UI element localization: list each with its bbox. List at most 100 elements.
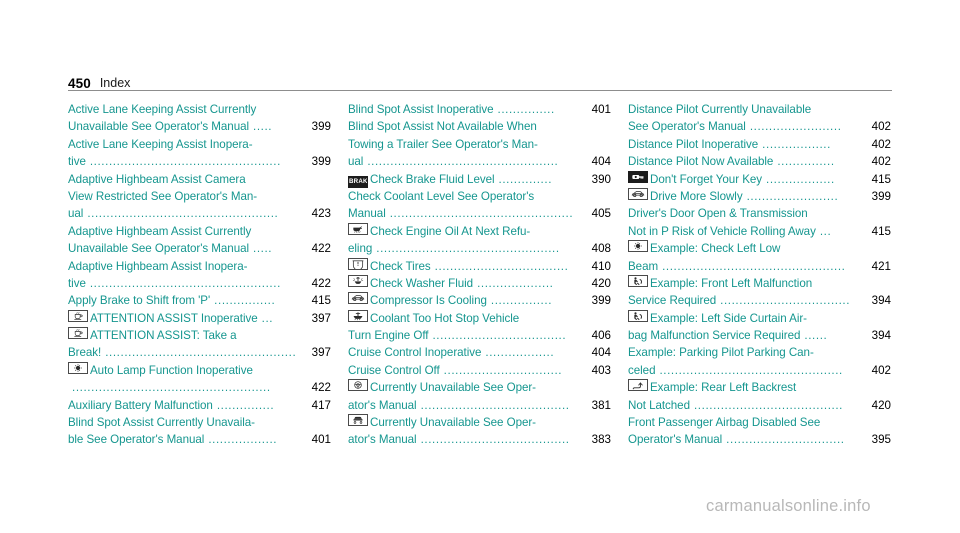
entry-text: Check Coolant Level See Operator's bbox=[348, 189, 535, 203]
index-entry[interactable]: Example: Rear Left Backrest Not Latched..… bbox=[628, 379, 891, 414]
index-entry[interactable]: Drive More Slowly.......................… bbox=[628, 187, 891, 205]
entry-page-number: 415 bbox=[871, 172, 891, 186]
index-entry[interactable]: Active Lane Keeping Assist Currently Unav… bbox=[68, 101, 331, 136]
entry-text: Apply Brake to Shift from 'P' bbox=[68, 294, 211, 308]
lamp-icon bbox=[628, 240, 648, 253]
index-entry-line: Check Tires.............................… bbox=[348, 257, 611, 275]
entry-page-number: 381 bbox=[591, 398, 611, 412]
index-entry[interactable]: Cruise Control Off......................… bbox=[348, 362, 611, 379]
entry-page-number: 397 bbox=[311, 346, 331, 360]
entry-text: Active Lane Keeping Assist Currently bbox=[68, 103, 257, 116]
airbag-icon bbox=[628, 274, 648, 287]
coffee-cup-icon bbox=[68, 309, 88, 322]
index-entry[interactable]: Adaptive Highbeam Assist Currently Unavai… bbox=[68, 223, 331, 258]
entry-page-number: 404 bbox=[591, 155, 611, 169]
index-entry[interactable]: Compressor Is Cooling................ 399 bbox=[348, 292, 611, 309]
index-entry-line: Unavailable See Operator's Manual..... 42… bbox=[68, 240, 331, 257]
index-entry[interactable]: Distance Pilot Now Available............… bbox=[628, 153, 891, 170]
index-entry[interactable]: Blind Spot Assist Not Available When Towi… bbox=[348, 118, 611, 170]
entry-page-number: 395 bbox=[871, 433, 891, 447]
index-entry[interactable]: BRAKECheck Brake Fluid Level............… bbox=[348, 171, 611, 188]
entry-text: ual bbox=[348, 155, 364, 169]
entry-text: Example: Rear Left Backrest bbox=[650, 381, 797, 395]
entry-text: Adaptive Highbeam Assist Inopera- bbox=[68, 259, 248, 273]
index-entry[interactable]: Auto Lamp Function Inoperative..........… bbox=[68, 361, 331, 397]
index-entry[interactable]: Front Passenger Airbag Disabled See Opera… bbox=[628, 414, 891, 449]
index-entry[interactable]: Currently Unavailable See Oper-ator's Ma… bbox=[348, 379, 611, 414]
leader-dots: ........................................… bbox=[89, 155, 281, 169]
airbag-icon bbox=[628, 309, 648, 322]
index-entry-line: ual.....................................… bbox=[68, 205, 331, 222]
entry-text: Check Engine Oil At Next Refu- bbox=[370, 224, 531, 238]
entry-text: tive bbox=[68, 155, 86, 169]
index-entry[interactable]: Currently Unavailable See Oper-ator's Ma… bbox=[348, 414, 611, 449]
index-entry[interactable]: Active Lane Keeping Assist Inopera-tive.… bbox=[68, 136, 331, 171]
index-entry[interactable]: Blind Spot Assist Inoperative...........… bbox=[348, 101, 611, 118]
index-columns: Active Lane Keeping Assist Currently Unav… bbox=[68, 101, 892, 449]
index-entry[interactable]: Check Coolant Level See Operator's Manual… bbox=[348, 188, 611, 223]
index-entry[interactable]: ATTENTION ASSIST Inoperative... 397 bbox=[68, 309, 331, 327]
index-entry-line: Adaptive Highbeam Assist Currently bbox=[68, 223, 331, 240]
entry-page-number: 402 bbox=[871, 120, 891, 134]
index-entry-line: Blind Spot Assist Not Available When bbox=[348, 118, 611, 135]
entry-text: bag Malfunction Service Required bbox=[628, 329, 801, 343]
index-entry[interactable]: Check Tires.............................… bbox=[348, 257, 611, 275]
leader-dots: ...... bbox=[804, 329, 828, 343]
car-icon bbox=[348, 292, 368, 305]
index-entry[interactable]: Apply Brake to Shift from 'P'...........… bbox=[68, 292, 331, 309]
entry-text: Distance Pilot Now Available bbox=[628, 155, 774, 169]
entry-text: Example: Front Left Malfunction bbox=[650, 276, 813, 290]
leader-dots: ............... bbox=[216, 398, 275, 412]
section-title: Index bbox=[99, 76, 131, 90]
index-entry[interactable]: Check Engine Oil At Next Refu-eling.....… bbox=[348, 222, 611, 258]
index-entry-line: Compressor Is Cooling................ 399 bbox=[348, 292, 611, 309]
entry-text: Manual bbox=[348, 207, 386, 221]
entry-page-number: 408 bbox=[591, 242, 611, 256]
index-entry[interactable]: Blind Spot Assist Currently Unavaila-ble… bbox=[68, 414, 331, 449]
entry-page-number: 394 bbox=[871, 329, 891, 343]
entry-page-number: 420 bbox=[871, 398, 891, 412]
index-entry[interactable]: Cruise Control Inoperative..............… bbox=[348, 344, 611, 361]
leader-dots: ............... bbox=[497, 103, 555, 116]
entry-page-number: 383 bbox=[591, 433, 611, 447]
index-entry[interactable]: Don't Forget Your Key.................. 4… bbox=[628, 170, 891, 188]
entry-text: Blind Spot Assist Currently Unavaila- bbox=[68, 416, 255, 430]
index-entry-line: Example: Front Left Malfunction bbox=[628, 274, 891, 292]
index-entry[interactable]: Adaptive Highbeam Assist Inopera-tive...… bbox=[68, 258, 331, 293]
index-entry-line: Distance Pilot Now Available............… bbox=[628, 153, 891, 170]
index-entry-line: bag Malfunction Service Required...... 39… bbox=[628, 327, 891, 344]
leader-dots: ........................................… bbox=[367, 155, 559, 169]
index-entry[interactable]: Example: Left Side Curtain Air-bag Malfu… bbox=[628, 309, 891, 345]
entry-text: Towing a Trailer See Operator's Man- bbox=[348, 137, 538, 151]
index-entry[interactable]: Adaptive Highbeam Assist Camera View Rest… bbox=[68, 171, 331, 223]
leader-dots: ....................................... bbox=[693, 398, 844, 412]
entry-page-number: 402 bbox=[871, 363, 891, 377]
coolant-temp-icon bbox=[348, 309, 368, 322]
entry-text: Unavailable See Operator's Manual bbox=[68, 242, 250, 256]
index-entry[interactable]: Driver's Door Open & Transmission Not in … bbox=[628, 205, 891, 240]
index-entry-line: BRAKECheck Brake Fluid Level............… bbox=[348, 171, 611, 188]
index-entry[interactable]: Distance Pilot Inoperative..............… bbox=[628, 136, 891, 153]
index-entry-line: Distance Pilot Currently Unavailable bbox=[628, 101, 891, 118]
index-entry-line: Distance Pilot Inoperative..............… bbox=[628, 136, 891, 153]
index-entry-line: Example: Parking Pilot Parking Can- bbox=[628, 344, 891, 361]
entry-text: Driver's Door Open & Transmission bbox=[628, 207, 808, 221]
index-entry[interactable]: Distance Pilot Currently Unavailable See … bbox=[628, 101, 891, 136]
index-entry[interactable]: Coolant Too Hot Stop Vehicle Turn Engine … bbox=[348, 309, 611, 345]
index-entry[interactable]: Example: Parking Pilot Parking Can-celed… bbox=[628, 344, 891, 379]
index-entry[interactable]: Example: Front Left Malfunction Service R… bbox=[628, 274, 891, 310]
index-entry[interactable]: Check Washer Fluid.................... 42… bbox=[348, 274, 611, 292]
entry-text: Compressor Is Cooling bbox=[370, 294, 487, 308]
entry-text: Active Lane Keeping Assist Inopera- bbox=[68, 137, 253, 151]
index-entry[interactable]: ATTENTION ASSIST: Take a Break!..........… bbox=[68, 327, 331, 362]
index-entry[interactable]: Example: Check Left Low Beam.............… bbox=[628, 240, 891, 275]
leader-dots: .............. bbox=[498, 172, 553, 186]
entry-text: ATTENTION ASSIST Inoperative bbox=[90, 311, 258, 325]
entry-page-number: 399 bbox=[871, 189, 891, 203]
entry-page-number: 401 bbox=[591, 103, 611, 116]
entry-text: See Operator's Manual bbox=[628, 120, 746, 134]
index-entry[interactable]: Auxiliary Battery Malfunction...........… bbox=[68, 397, 331, 414]
oil-can-icon bbox=[348, 222, 368, 235]
index-entry-line: View Restricted See Operator's Man- bbox=[68, 188, 331, 205]
index-entry-line: Apply Brake to Shift from 'P'...........… bbox=[68, 292, 331, 309]
